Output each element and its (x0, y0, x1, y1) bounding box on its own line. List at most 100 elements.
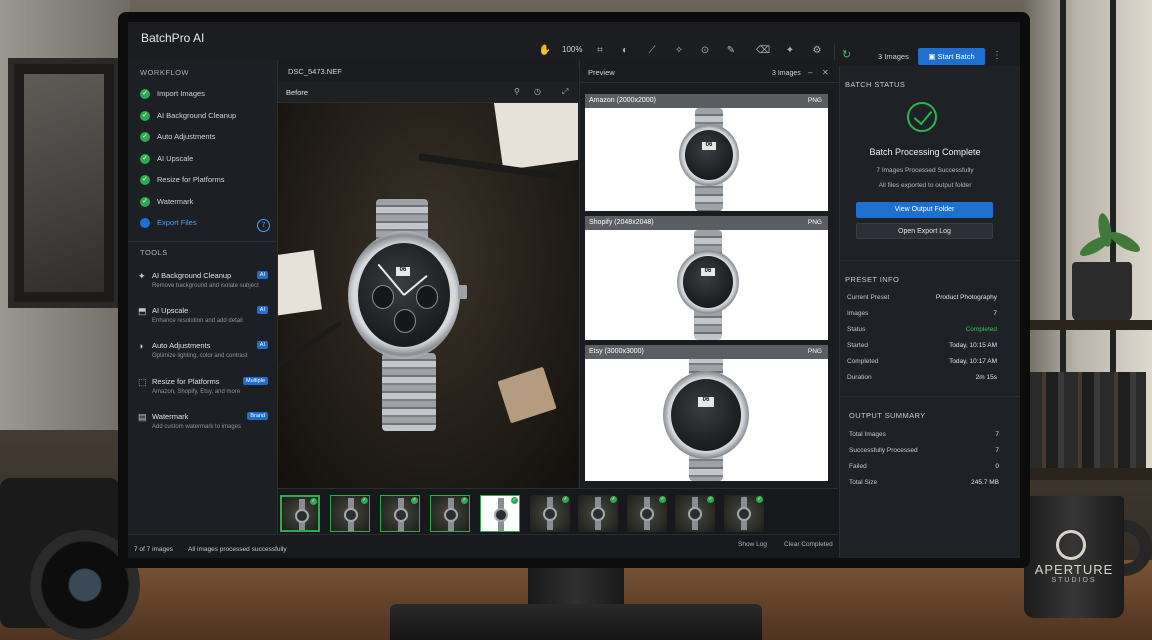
view-output-folder-button[interactable]: View Output Folder (856, 202, 993, 218)
preview-card-amazon[interactable]: Amazon (2000x2000) PNG 06 (585, 94, 828, 211)
preview-card-shopify[interactable]: Shopify (2048x2048) PNG 06 (585, 216, 828, 340)
active-step-icon (140, 218, 150, 228)
more-options-icon[interactable]: ⋮ (992, 50, 1002, 61)
step-watermark[interactable]: ✓ Watermark (140, 195, 270, 211)
sync-icon[interactable]: ↻ (842, 49, 854, 61)
price-tag (497, 366, 557, 424)
collapse-icon[interactable]: ✕ (822, 68, 829, 77)
image-count: 3 Images (878, 52, 909, 61)
check-icon: ✓ (140, 197, 150, 207)
right-panel: BATCH STATUS Batch Processing Complete 7… (839, 66, 1020, 558)
tool-resize-for-platforms[interactable]: ⬚ Resize for Platforms Amazon, Shopify, … (138, 377, 272, 407)
brush-icon[interactable]: ⟋ (645, 45, 659, 56)
sparkle-icon: ✦ (138, 271, 146, 281)
status-badge: Completed (965, 326, 997, 333)
check-icon: ✓ (310, 498, 317, 505)
app-brand: BatchPro AI (141, 31, 205, 45)
before-label: Before (286, 88, 309, 97)
thumbnail[interactable]: ✓ (280, 495, 320, 532)
workflow-title: WORKFLOW (140, 68, 189, 77)
check-icon: ✓ (140, 175, 150, 185)
preview-panel: Preview 3 Images – ✕ Amazon (2000x2000) … (579, 60, 839, 488)
check-icon: ✓ (756, 496, 763, 503)
tool-tag: AI (256, 306, 268, 314)
preset-row: Status Completed (847, 326, 997, 333)
watermark-icon: ▤ (138, 412, 147, 422)
settings-icon[interactable]: ⚙ (810, 45, 824, 56)
summary-row: Total Size 245.7 MB (849, 479, 999, 486)
open-export-log-button[interactable]: Open Export Log (856, 223, 993, 239)
thumbnail[interactable]: ✓ (578, 495, 618, 532)
mug-brand: APERTURE (1034, 562, 1114, 577)
tools-title: TOOLS (140, 248, 168, 257)
thumbnail[interactable]: ✓ (330, 495, 370, 532)
step-auto-adjustments[interactable]: ✓ Auto Adjustments (140, 130, 270, 146)
step-export-files[interactable]: Export Files (140, 216, 270, 232)
check-icon: ✓ (140, 132, 150, 142)
tool-watermark[interactable]: ▤ Watermark Add custom watermark to imag… (138, 412, 272, 442)
pen-icon[interactable]: ✎ (724, 45, 738, 56)
status-bar: 7 of 7 images All images processed succe… (128, 534, 838, 558)
thumbnail[interactable]: ✓ (380, 495, 420, 532)
left-sidebar: WORKFLOW ✓ Import Images ✓ AI Background C… (128, 60, 278, 558)
crop-icon[interactable]: ⌗ (593, 45, 607, 56)
hand-tool-icon[interactable]: ✋ (538, 45, 552, 56)
show-log-link[interactable]: Show Log (738, 541, 767, 548)
step-ai-background-cleanup[interactable]: ✓ AI Background Cleanup (140, 109, 270, 125)
preset-row: Duration 2m 15s (847, 374, 997, 381)
eraser-icon[interactable]: ⌫ (756, 45, 770, 56)
thumbnail[interactable]: ✓ (675, 495, 715, 532)
preset-row: Current Preset Product Photography (847, 294, 997, 301)
pin-icon[interactable]: ⚲ (514, 87, 520, 96)
image-progress: 7 of 7 images (134, 546, 174, 553)
shelf (1024, 320, 1152, 330)
exported-text: All files exported to output folder (878, 182, 972, 189)
tool-ai-upscale[interactable]: ⬒ AI Upscale Enhance resolution and add … (138, 306, 272, 336)
check-icon: ✓ (140, 111, 150, 121)
tool-tag: AI (256, 341, 268, 349)
preview-title: Preview (588, 68, 615, 77)
thumbnail[interactable]: ✓ (480, 495, 520, 532)
plant-pot (1072, 262, 1132, 322)
step-ai-upscale[interactable]: ✓ AI Upscale (140, 152, 270, 168)
thumbnail[interactable]: ✓ (627, 495, 667, 532)
summary-row: Failed 0 (849, 463, 999, 470)
stamp-icon[interactable]: ⊙ (698, 45, 712, 56)
adjust-icon: ◑ (138, 341, 144, 351)
watch-thumbnail: 06 (661, 359, 751, 481)
upscale-icon: ⬒ (138, 306, 147, 316)
aperture-logo-icon (1056, 530, 1086, 560)
check-icon: ✓ (659, 496, 666, 503)
tool-auto-adjustments[interactable]: ◑ Auto Adjustments Optimize lighting, co… (138, 341, 272, 371)
tool-tag: Multiple (243, 377, 268, 385)
mask-icon[interactable]: ◐ (618, 45, 632, 56)
summary-row: Total Images 7 (849, 431, 999, 438)
tool-ai-background-cleanup[interactable]: ✦ AI Background Cleanup Remove backgroun… (138, 271, 272, 301)
preview-card-etsy[interactable]: Etsy (3000x3000) PNG 06 (585, 345, 828, 481)
thumbnail[interactable]: ✓ (530, 495, 570, 532)
history-icon[interactable]: ◷ (534, 87, 541, 96)
fullscreen-icon[interactable]: ⤢ (562, 87, 568, 97)
step-import-images[interactable]: ✓ Import Images (140, 87, 270, 103)
watch-thumbnail: 06 (675, 230, 741, 340)
check-icon: ✓ (511, 497, 518, 504)
thumbnail[interactable]: ✓ (724, 495, 764, 532)
magic-wand-icon[interactable]: ✧ (672, 45, 686, 56)
app-window: BatchPro AI ✋ 100% ⌗ ◐ ⟋ ✧ ⊙ ✎ ⌫ ✦ ⚙ ↻ 3… (128, 22, 1020, 558)
batch-icon: ▣ (928, 52, 938, 61)
summary-row: Successfully Processed 7 (849, 447, 999, 454)
check-icon: ✓ (361, 497, 368, 504)
preset-info-title: PRESET INFO (845, 275, 900, 284)
books (1028, 372, 1146, 468)
check-icon: ✓ (562, 496, 569, 503)
start-batch-button[interactable]: ▣ Start Batch (918, 48, 985, 65)
ai-sparkle-icon[interactable]: ✦ (783, 45, 797, 56)
thumbnail[interactable]: ✓ (430, 495, 470, 532)
minimize-icon[interactable]: – (808, 68, 812, 77)
step-resize-for-platforms[interactable]: ✓ Resize for Platforms (140, 173, 270, 189)
check-icon: ✓ (411, 497, 418, 504)
check-icon: ✓ (140, 89, 150, 99)
clear-completed-link[interactable]: Clear Completed (784, 541, 833, 548)
wall-picture-frame (8, 58, 120, 308)
zoom-level[interactable]: 100% (562, 45, 582, 54)
